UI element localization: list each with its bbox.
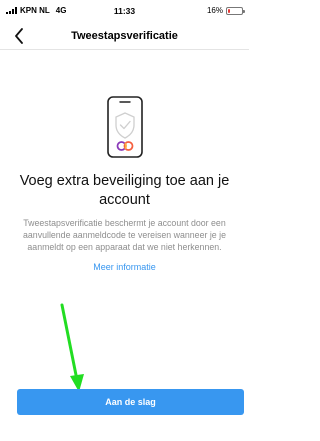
phone-shield-icon bbox=[107, 96, 143, 158]
battery-percent: 16% bbox=[206, 6, 223, 15]
page-title: Tweestapsverificatie bbox=[71, 30, 178, 42]
headline: Voeg extra beveiliging toe aan je accoun… bbox=[19, 173, 230, 208]
status-bar-right: 16% bbox=[206, 6, 245, 15]
more-info-link[interactable]: Meer informatie bbox=[0, 262, 249, 272]
navigation-bar: Tweestapsverificatie bbox=[0, 22, 249, 50]
battery-icon bbox=[226, 6, 245, 15]
get-started-button[interactable]: Aan de slag bbox=[17, 389, 244, 415]
arrow-down-icon bbox=[60, 303, 84, 392]
description-text: Tweestapsverificatie beschermt je accoun… bbox=[23, 218, 226, 252]
status-bar: KPN NL 4G 11:33 16% bbox=[0, 0, 249, 22]
